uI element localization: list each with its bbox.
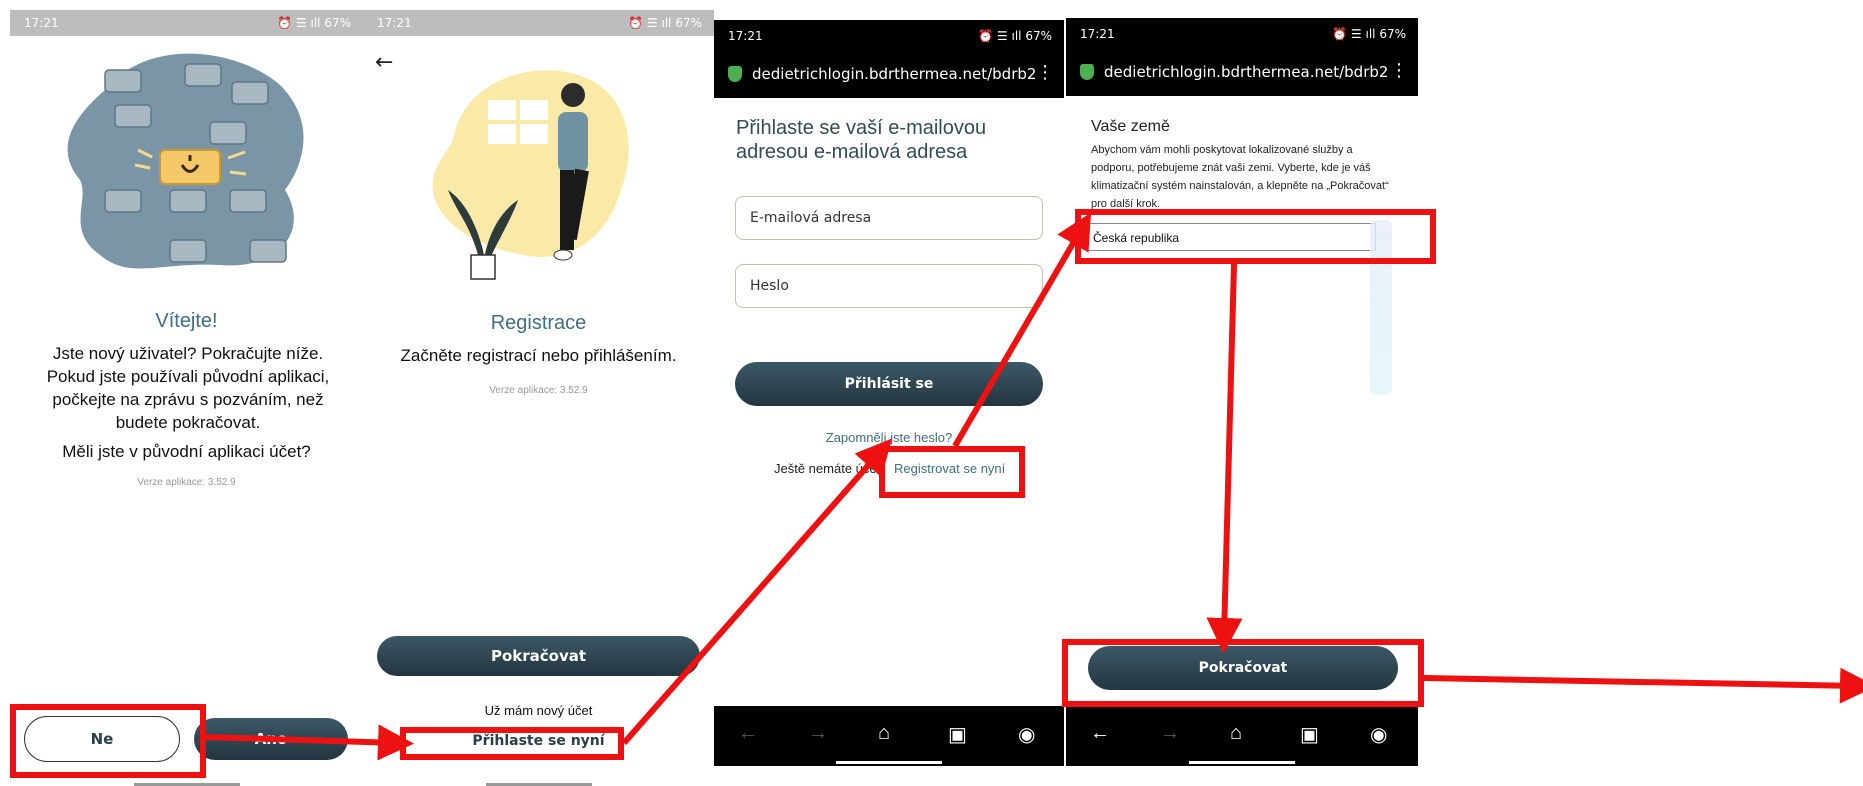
arrow-to-continue [1206,263,1243,654]
arrow-to-register-now [621,438,892,745]
arrow-to-login-now [205,724,414,761]
flow-arrows [205,212,1863,761]
arrow-to-country-select [952,212,1092,448]
arrow-next-step [1423,667,1863,704]
